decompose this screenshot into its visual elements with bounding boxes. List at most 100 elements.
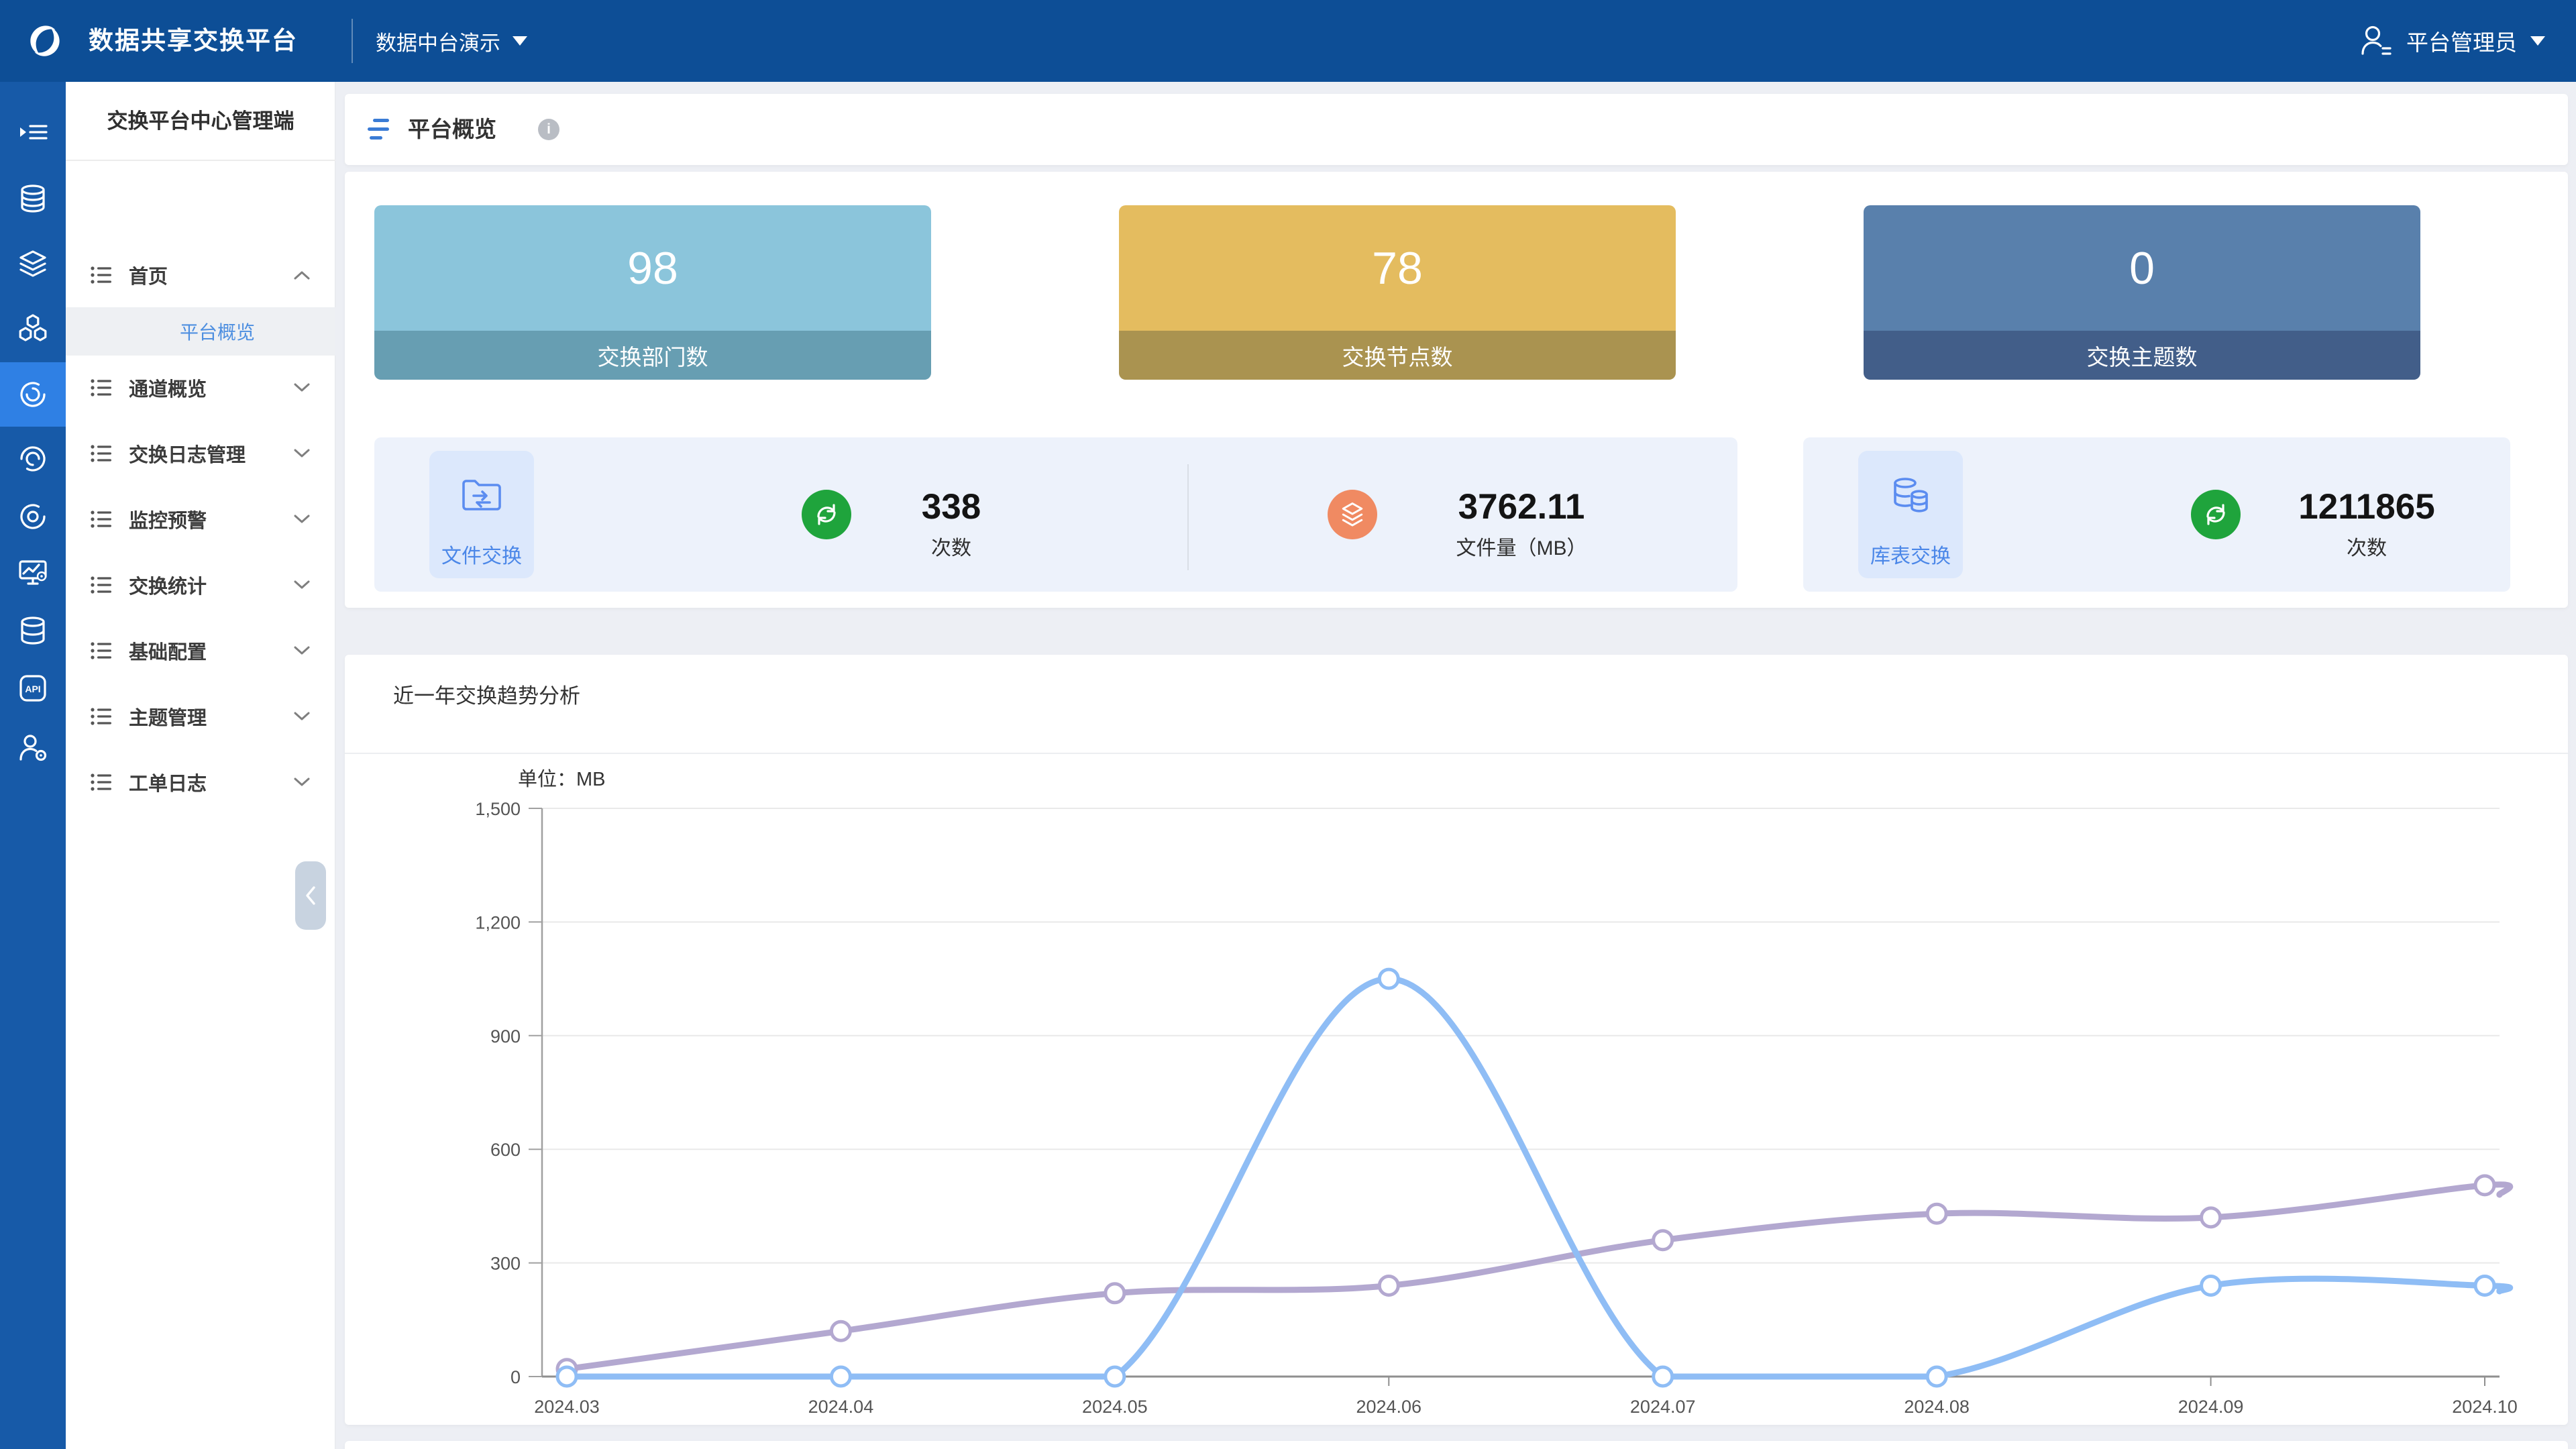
stats-card: 98 交换部门数 78 交换节点数 0 交换主题数 文件交换	[345, 172, 2568, 608]
file-volume-value: 3762.11	[1387, 487, 1656, 527]
user-icon	[2357, 23, 2393, 59]
rail-api-icon[interactable]: API	[0, 656, 66, 720]
sidebar-item-home[interactable]: 首页	[66, 243, 335, 307]
sidebar-item-label: 监控预警	[129, 505, 292, 533]
file-exchange-count-label: 次数	[871, 531, 1032, 561]
svg-text:1,500: 1,500	[475, 799, 521, 819]
sidebar-header: 交换平台中心管理端	[66, 82, 335, 161]
svg-text:0: 0	[511, 1367, 521, 1387]
svg-text:600: 600	[490, 1140, 521, 1160]
rail-database-icon[interactable]	[0, 166, 66, 231]
rail-layers-icon[interactable]	[0, 232, 66, 297]
svg-text:2024.07: 2024.07	[1630, 1397, 1696, 1417]
chevron-down-icon	[292, 447, 311, 460]
tile-label: 库表交换	[1870, 539, 1951, 569]
svg-text:900: 900	[490, 1026, 521, 1046]
chevron-down-icon	[513, 36, 527, 46]
file-exchange-panel: 文件交换 338 次数	[374, 437, 1737, 592]
top-bar: 数据共享交换平台 数据中台演示 平台管理员	[0, 0, 2576, 82]
svg-text:2024.03: 2024.03	[534, 1397, 600, 1417]
volume-badge	[1328, 490, 1377, 539]
svg-text:2024.09: 2024.09	[2178, 1397, 2244, 1417]
sidebar-collapse-button[interactable]	[295, 861, 326, 930]
sidebar-item-ticket-log[interactable]: 工单日志	[66, 750, 335, 814]
file-exchange-count-block: 338 次数	[871, 487, 1032, 561]
stat-label: 交换节点数	[1119, 331, 1676, 380]
icon-rail: API	[0, 82, 66, 1449]
svg-text:1,200: 1,200	[475, 912, 521, 932]
rail-monitor-config-icon[interactable]	[0, 541, 66, 605]
rail-swirl-3-icon[interactable]	[0, 484, 66, 549]
svg-text:2024.06: 2024.06	[1356, 1397, 1421, 1417]
user-name: 平台管理员	[2406, 25, 2517, 57]
page-title: 平台概览	[408, 94, 496, 165]
stat-value: 78	[1119, 205, 1676, 331]
rail-user-settings-icon[interactable]	[0, 715, 66, 780]
layers-white-icon	[1338, 500, 1367, 529]
sidebar-subitem-label: 平台概览	[180, 318, 255, 345]
rail-nodes-icon[interactable]	[0, 298, 66, 362]
stat-value: 98	[374, 205, 931, 331]
stat-card-topics: 0 交换主题数	[1864, 205, 2420, 380]
file-volume-block: 3762.11 文件量（MB）	[1387, 487, 1656, 561]
sidebar-item-channel-overview[interactable]: 通道概览	[66, 356, 335, 420]
stat-label: 交换部门数	[374, 331, 931, 380]
chevron-down-icon	[2530, 36, 2545, 46]
table-exchange-count-label: 次数	[2259, 531, 2474, 561]
stat-label: 交换主题数	[1864, 331, 2420, 380]
sidebar-item-topic-mgmt[interactable]: 主题管理	[66, 684, 335, 749]
rail-sidebar-toggle-icon[interactable]	[0, 101, 66, 165]
sidebar-item-base-config[interactable]: 基础配置	[66, 619, 335, 683]
info-icon[interactable]: i	[538, 119, 559, 140]
rail-database-alt-icon[interactable]	[0, 598, 66, 663]
topbar-divider	[352, 19, 353, 63]
overview-header-card: 平台概览 i	[345, 94, 2568, 165]
next-card-sliver	[345, 1441, 2568, 1449]
stat-value: 0	[1864, 205, 2420, 331]
dashboard-root: 数据共享交换平台 数据中台演示 平台管理员	[0, 0, 2576, 1449]
folder-swap-icon	[460, 474, 503, 517]
svg-text:2024.05: 2024.05	[1082, 1397, 1148, 1417]
sidebar-item-exchange-stats[interactable]: 交换统计	[66, 553, 335, 617]
table-exchange-count: 1211865	[2259, 487, 2474, 527]
chevron-down-icon	[292, 579, 311, 591]
rail-swirl-2-icon[interactable]	[0, 427, 66, 491]
sync-icon	[812, 500, 841, 529]
chevron-down-icon	[292, 776, 311, 788]
file-exchange-count: 338	[871, 487, 1032, 527]
table-exchange-tile[interactable]: 库表交换	[1858, 451, 1963, 578]
rail-exchange-swirl-icon[interactable]	[0, 362, 66, 427]
chevron-down-icon	[292, 513, 311, 525]
stat-card-nodes: 78 交换节点数	[1119, 205, 1676, 380]
sidebar-item-label: 工单日志	[129, 768, 292, 796]
sidebar-subitem-platform-overview[interactable]: 平台概览	[66, 307, 335, 356]
overview-list-icon	[366, 117, 394, 142]
sidebar-item-label: 交换日志管理	[129, 439, 292, 468]
file-exchange-tile[interactable]: 文件交换	[429, 451, 534, 578]
file-volume-label: 文件量（MB）	[1387, 531, 1656, 561]
chevron-down-icon	[292, 710, 311, 722]
svg-text:2024.08: 2024.08	[1904, 1397, 1970, 1417]
svg-text:300: 300	[490, 1254, 521, 1274]
svg-text:2024.04: 2024.04	[808, 1397, 874, 1417]
chevron-down-icon	[292, 382, 311, 394]
sync-count-badge	[802, 490, 851, 539]
stat-card-departments: 98 交换部门数	[374, 205, 931, 380]
sidebar-item-label: 主题管理	[129, 702, 292, 731]
user-menu[interactable]: 平台管理员	[2357, 0, 2545, 82]
sidebar-item-exchange-log-mgmt[interactable]: 交换日志管理	[66, 421, 335, 486]
sync-icon	[2201, 500, 2231, 529]
panel-divider	[1187, 464, 1189, 570]
chart-canvas[interactable]: 0 300 600 900 1,200 1,500 2024.03 2024.04 2024.0…	[345, 655, 2568, 1425]
chevron-up-icon	[292, 269, 311, 281]
svg-text:API: API	[25, 684, 40, 694]
sidebar-item-monitor-alert[interactable]: 监控预警	[66, 487, 335, 551]
tile-label: 文件交换	[441, 539, 522, 569]
chevron-left-icon	[303, 884, 318, 907]
sidebar-item-label: 首页	[129, 261, 292, 289]
database-pair-icon	[1889, 474, 1932, 517]
environment-dropdown[interactable]: 数据中台演示	[376, 0, 527, 82]
trend-chart-card: 近一年交换趋势分析 单位：MB 03006009001,2001,5002024…	[345, 655, 2568, 1425]
app-logo-icon	[23, 19, 67, 63]
sidebar: 交换平台中心管理端 首页 平台概览 通道概览 交换日志管理 监控预警 交换统计	[66, 82, 335, 1449]
